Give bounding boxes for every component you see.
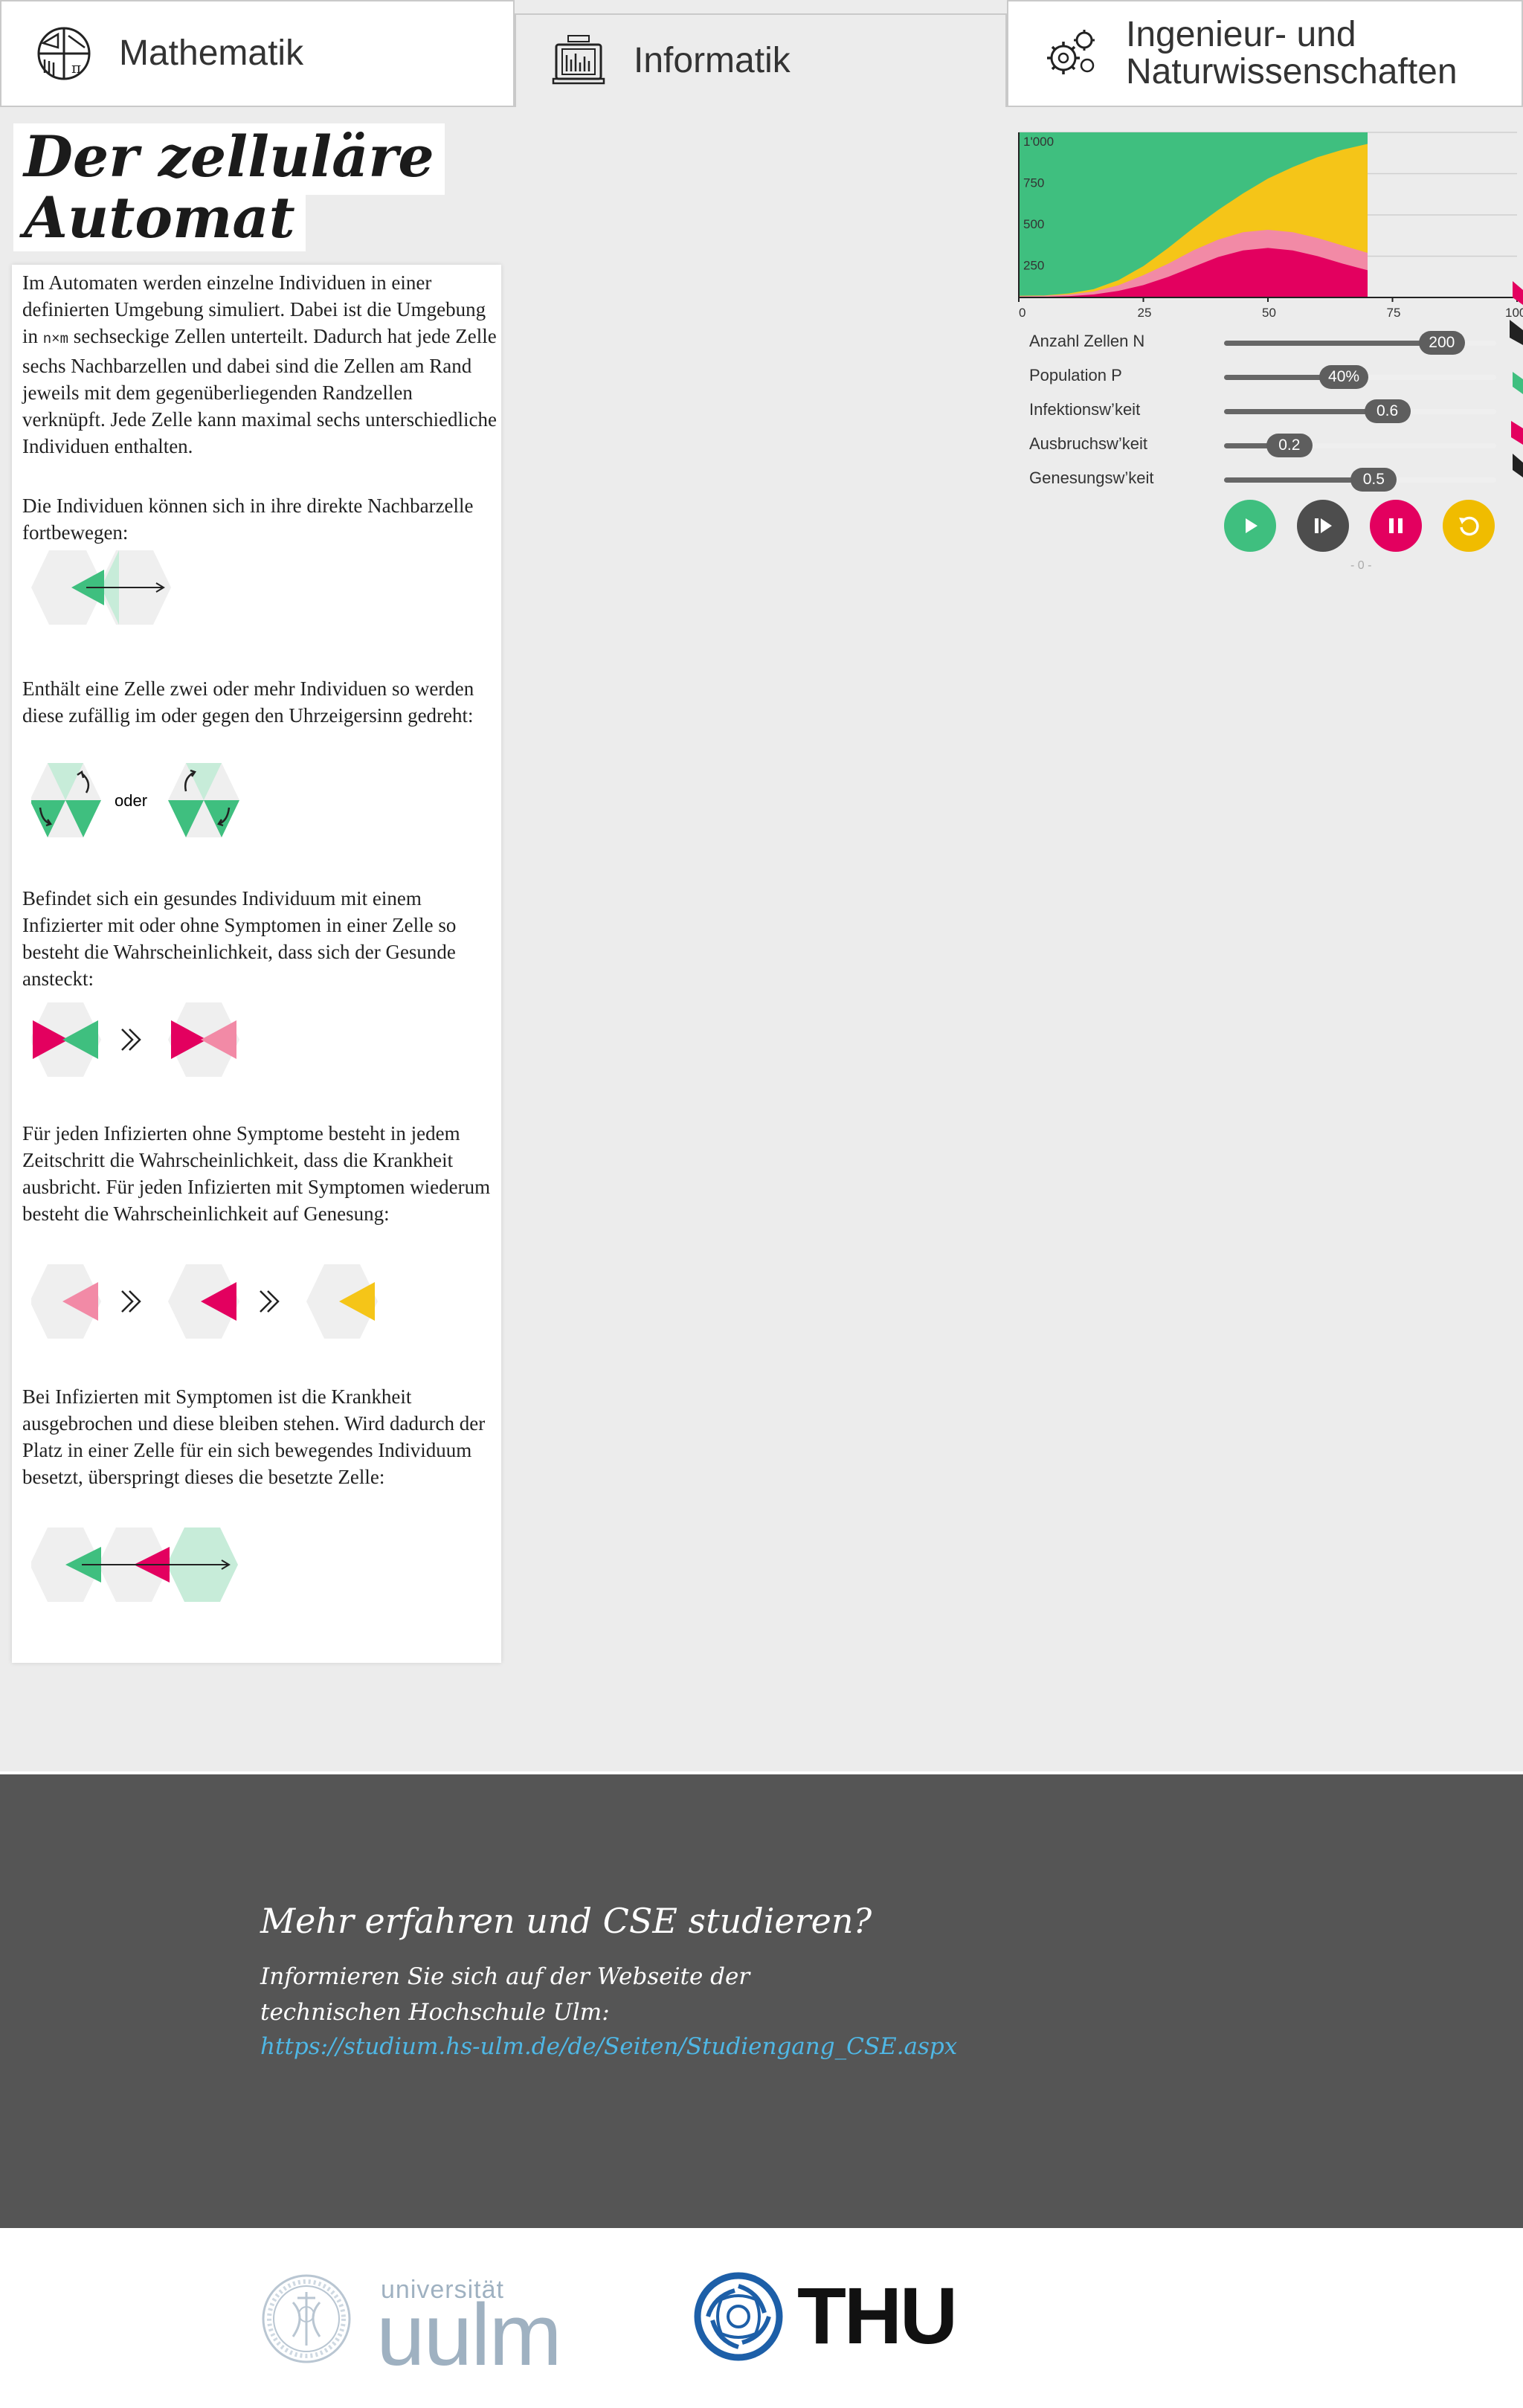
infection-diagram (31, 1002, 239, 1077)
tab-label-line2: Naturwissenschaften (1126, 52, 1458, 91)
slider-track[interactable]: 40% (1224, 365, 1496, 389)
step-icon (1315, 518, 1332, 533)
step-button[interactable] (1297, 500, 1349, 552)
tab-label: Informatik (634, 40, 791, 80)
paragraph-outbreak-recovery: Für jeden Infizierten ohne Symptome best… (22, 1122, 491, 1225)
x-tick-label: 75 (1387, 306, 1401, 320)
slider-handle[interactable]: 0.5 (1350, 468, 1397, 492)
footer-text-line2: technischen Hochschule Ulm: (260, 1999, 610, 2026)
slider-label: Genesungsw’keit (1029, 469, 1154, 487)
slider-population: Population P 40% (1029, 361, 1498, 391)
movement-diagram (31, 550, 171, 625)
slider-handle[interactable]: 0.2 (1266, 434, 1313, 457)
thu-wordmark: THU (797, 2270, 958, 2360)
y-tick-label: 250 (1023, 259, 1044, 273)
reset-button[interactable] (1443, 500, 1495, 552)
page-title-line2: Automat (13, 184, 306, 251)
slider-label: Ausbruchsw’keit (1029, 434, 1147, 453)
play-button[interactable] (1224, 500, 1276, 552)
slider-handle[interactable]: 40% (1319, 365, 1369, 389)
slider-label: Anzahl Zellen N (1029, 332, 1145, 350)
slider-track[interactable]: 200 (1224, 331, 1496, 355)
tab-label: Ingenieur- und Naturwissenschaften (1126, 16, 1458, 91)
x-tick-label: 50 (1262, 306, 1276, 320)
paragraph-movement: Die Individuen können sich in ihre direk… (22, 495, 474, 544)
slider-fill (1224, 341, 1448, 346)
slider-outbreak-probability: Ausbruchsw’keit 0.2 (1029, 430, 1498, 460)
study-program-link[interactable]: https://studium.hs-ulm.de/de/Seiten/Stud… (260, 2033, 957, 2060)
slider-label: Population P (1029, 366, 1122, 384)
step-counter: - 0 - (1350, 559, 1372, 572)
math-icon: π (37, 27, 91, 80)
pause-icon (1389, 518, 1403, 533)
slider-cell-count: Anzahl Zellen N 200 (1029, 327, 1498, 357)
svg-text:π: π (71, 59, 81, 77)
oder-label: oder (115, 791, 147, 810)
slider-handle[interactable]: 200 (1418, 331, 1465, 355)
pause-button[interactable] (1370, 500, 1422, 552)
population-area-chart: 2505007501'0000 25 50 75 100 (1018, 132, 1523, 320)
hex-grid-edge (1510, 281, 1523, 477)
skip-diagram (31, 1527, 238, 1602)
tab-ingenieur-naturwissenschaften[interactable]: Ingenieur- und Naturwissenschaften (1007, 0, 1523, 107)
paragraph-infection: Befindet sich ein gesundes Individuum mi… (22, 887, 457, 990)
slider-handle[interactable]: 0.6 (1364, 399, 1411, 423)
slider-infection-probability: Infektionsw’keit 0.6 (1029, 396, 1498, 425)
rotation-diagram: oder (31, 763, 239, 837)
slider-label: Infektionsw’keit (1029, 400, 1141, 419)
gears-icon (1047, 30, 1095, 74)
reset-icon (1459, 516, 1479, 536)
uulm-wordmark: uulm (376, 2286, 562, 2384)
y-tick-label: 500 (1023, 217, 1044, 231)
computer-icon (552, 35, 605, 85)
footer-text-line1: Informieren Sie sich auf der Webseite de… (260, 1963, 750, 1990)
paragraph-environment: Im Automaten werden einzelne Individuen … (22, 269, 498, 460)
tab-label-line1: Ingenieur- und (1126, 14, 1356, 54)
outbreak-recovery-diagram (31, 1264, 378, 1339)
paragraph-skip: Bei Infizierten mit Symptomen ist die Kr… (22, 1385, 486, 1488)
y-tick-label: 750 (1023, 176, 1044, 190)
x-tick-label: 0 (1019, 306, 1025, 320)
thu-swirl-logo (694, 2272, 783, 2361)
tab-mathematik[interactable]: π Mathematik (0, 0, 515, 107)
university-seal-logo (262, 2274, 351, 2363)
slider-fill (1224, 409, 1388, 414)
explanation-card: Im Automaten werden einzelne Individuen … (12, 265, 501, 1663)
paragraph-text: sechseckige Zellen unterteilt. Dadurch h… (22, 325, 498, 457)
footer-heading: Mehr erfahren und CSE studieren? (260, 1901, 872, 1941)
footer: Mehr erfahren und CSE studieren? Informi… (0, 1771, 1523, 2228)
tab-informatik[interactable]: Informatik (515, 13, 1007, 107)
slider-track[interactable]: 0.6 (1224, 399, 1496, 423)
topic-tabs: π Mathematik Informatik Ingenieur- und N… (0, 0, 1523, 107)
play-icon (1246, 518, 1258, 533)
grid-size-term: n×m (42, 331, 68, 347)
partner-logos: universität uulm THU (0, 2228, 1523, 2408)
y-tick-label: 1'000 (1023, 135, 1054, 149)
paragraph-rotation: Enthält eine Zelle zwei oder mehr Indivi… (22, 677, 474, 727)
slider-track[interactable]: 0.2 (1224, 434, 1496, 457)
tab-label: Mathematik (119, 33, 304, 73)
x-tick-label: 25 (1138, 306, 1152, 320)
slider-track[interactable]: 0.5 (1224, 468, 1496, 492)
slider-recovery-probability: Genesungsw’keit 0.5 (1029, 464, 1498, 494)
